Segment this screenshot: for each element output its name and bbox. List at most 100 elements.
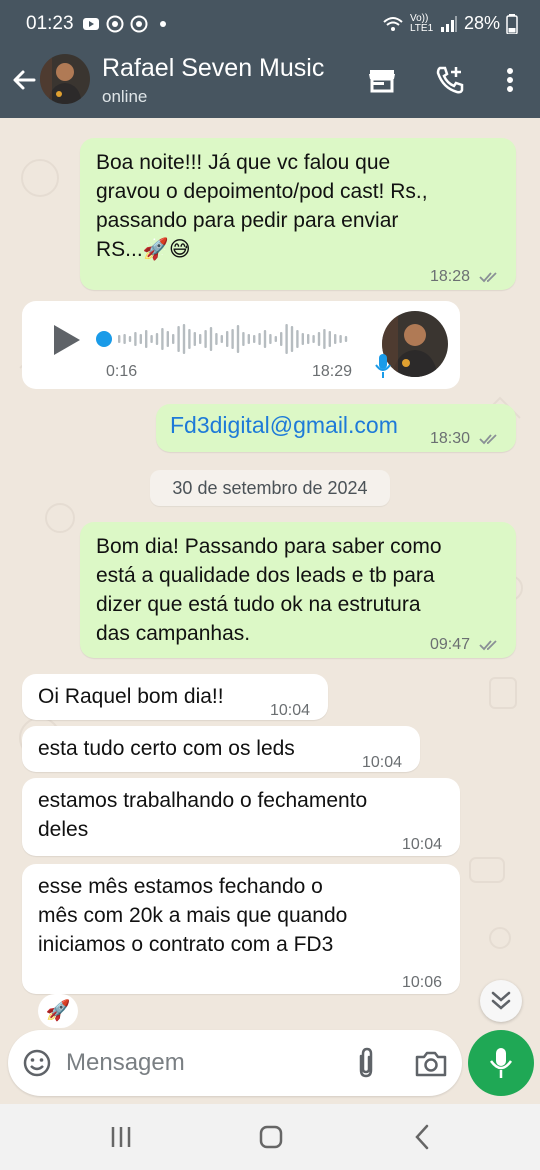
- message-line: dizer que está tudo ok na estrutura: [96, 593, 421, 616]
- message-line: iniciamos o contrato com a FD3: [38, 933, 334, 956]
- nav-back-icon[interactable]: [408, 1122, 438, 1152]
- more-vert-icon[interactable]: [494, 64, 526, 96]
- message-incoming[interactable]: estamos trabalhando o fechamento deles 1…: [22, 778, 460, 856]
- waveform-bar: [231, 329, 234, 349]
- voice-record-button[interactable]: [468, 1030, 534, 1096]
- chrome-icon-2: [130, 15, 148, 33]
- battery-percent: 28%: [463, 13, 500, 33]
- waveform-bar: [274, 336, 277, 342]
- message-line: Bom dia! Passando para saber como: [96, 535, 442, 558]
- waveform-bar: [263, 330, 267, 348]
- waveform-bar: [177, 326, 180, 352]
- waveform-bar: [280, 332, 283, 346]
- waveform-bar: [139, 334, 142, 344]
- avatar-image: [40, 54, 90, 104]
- message-time: 10:04: [362, 754, 403, 771]
- camera-icon[interactable]: [414, 1048, 448, 1078]
- store-icon[interactable]: [366, 64, 398, 96]
- waveform-bar: [182, 324, 186, 354]
- message-incoming[interactable]: esse mês estamos fechando o mês com 20k …: [22, 864, 460, 994]
- message-outgoing[interactable]: Boa noite!!! Já que vc falou que gravou …: [80, 138, 516, 290]
- waveform-bar: [161, 328, 164, 350]
- message-reaction[interactable]: 🚀: [38, 994, 78, 1028]
- waveform-bar: [236, 325, 240, 353]
- double-check-icon: [478, 640, 497, 651]
- system-nav-bar: [0, 1104, 540, 1170]
- contact-name[interactable]: Rafael Seven Music: [102, 54, 324, 83]
- message-text: esse mês estamos fechando o mês com 20k …: [38, 872, 347, 959]
- message-line: esse mês estamos fechando o: [38, 875, 323, 898]
- audio-waveform[interactable]: [96, 319, 356, 359]
- waveform-bar: [128, 336, 132, 342]
- waveform-bar: [296, 330, 299, 348]
- message-time: 18:29: [312, 363, 353, 380]
- waveform-bar: [220, 335, 223, 343]
- waveform-bar: [145, 330, 148, 348]
- waveform-bar: [123, 334, 126, 344]
- waveform-bar: [269, 334, 272, 344]
- wifi-icon: [383, 16, 403, 31]
- voice-message[interactable]: 0:16 18:29: [22, 301, 460, 389]
- waveform-bar: [328, 331, 331, 347]
- message-incoming[interactable]: Oi Raquel bom dia!! 10:04: [22, 674, 328, 720]
- waveform-bar: [166, 331, 169, 347]
- chat-header: Rafael Seven Music online: [0, 50, 540, 118]
- date-divider: 30 de setembro de 2024: [150, 470, 390, 506]
- add-call-icon[interactable]: [434, 64, 466, 96]
- message-meta: 18:28: [430, 262, 503, 291]
- battery-icon: [506, 13, 518, 34]
- message-meta: 18:30: [430, 424, 503, 453]
- recent-apps-icon[interactable]: [106, 1122, 136, 1152]
- youtube-icon: [83, 18, 99, 30]
- message-line: Boa noite!!! Já que vc falou que: [96, 151, 391, 174]
- network-label: Vo)) LTE1: [409, 12, 434, 34]
- status-time: 01:23: [26, 13, 74, 34]
- avatar[interactable]: [40, 54, 90, 104]
- message-time: 18:30: [430, 430, 471, 447]
- message-time: 09:47: [430, 636, 471, 653]
- message-line: está a qualidade dos leads e tb para: [96, 564, 435, 587]
- message-line: das campanhas.: [96, 622, 251, 645]
- emoji-icon[interactable]: [22, 1048, 52, 1078]
- waveform-bar: [312, 335, 315, 343]
- mic-icon: [375, 354, 391, 378]
- email-link[interactable]: Fd3digital@gmail.com: [170, 411, 398, 440]
- waveform-bar: [150, 335, 153, 343]
- waveform-bar: [172, 334, 175, 344]
- waveform-bar: [290, 326, 294, 352]
- waveform-bar: [334, 334, 337, 344]
- waveform-bar: [134, 332, 137, 346]
- message-composer: [8, 1030, 462, 1096]
- play-icon[interactable]: [52, 323, 82, 357]
- voice-duration: 0:16: [106, 363, 138, 380]
- back-arrow-icon[interactable]: [10, 66, 38, 94]
- double-check-icon: [478, 434, 497, 445]
- message-input[interactable]: [66, 1044, 336, 1082]
- message-text: esta tudo certo com os leds: [38, 737, 295, 760]
- message-outgoing[interactable]: Bom dia! Passando para saber como está a…: [80, 522, 516, 658]
- message-time: 10:04: [402, 836, 443, 853]
- message-line: passando para pedir para enviar: [96, 209, 399, 232]
- waveform-bar: [242, 332, 245, 346]
- message-line: estamos trabalhando o fechamento: [38, 789, 368, 812]
- home-icon[interactable]: [256, 1122, 286, 1152]
- attach-icon[interactable]: [352, 1046, 380, 1080]
- message-incoming[interactable]: esta tudo certo com os leds 10:04: [22, 726, 420, 772]
- waveform-bar: [204, 330, 207, 348]
- waveform-bar: [118, 335, 121, 343]
- waveform-bar: [301, 333, 304, 345]
- message-text: estamos trabalhando o fechamento deles: [38, 786, 367, 844]
- message-text: Bom dia! Passando para saber como está a…: [96, 532, 442, 648]
- waveform-bar: [317, 332, 321, 346]
- waveform-bar: [258, 333, 261, 345]
- chevron-double-down-icon: [491, 991, 511, 1010]
- mic-icon: [489, 1048, 513, 1078]
- waveform-bar: [285, 324, 288, 354]
- message-outgoing[interactable]: Fd3digital@gmail.com 18:30: [156, 404, 516, 452]
- chat-area[interactable]: Boa noite!!! Já que vc falou que gravou …: [0, 118, 540, 1030]
- scroll-to-bottom-button[interactable]: [480, 980, 522, 1022]
- status-bar: 01:23 Vo)) LTE1 28%: [0, 0, 540, 50]
- message-line: deles: [38, 818, 89, 841]
- waveform-bar: [307, 334, 310, 344]
- message-time: 10:04: [270, 702, 311, 719]
